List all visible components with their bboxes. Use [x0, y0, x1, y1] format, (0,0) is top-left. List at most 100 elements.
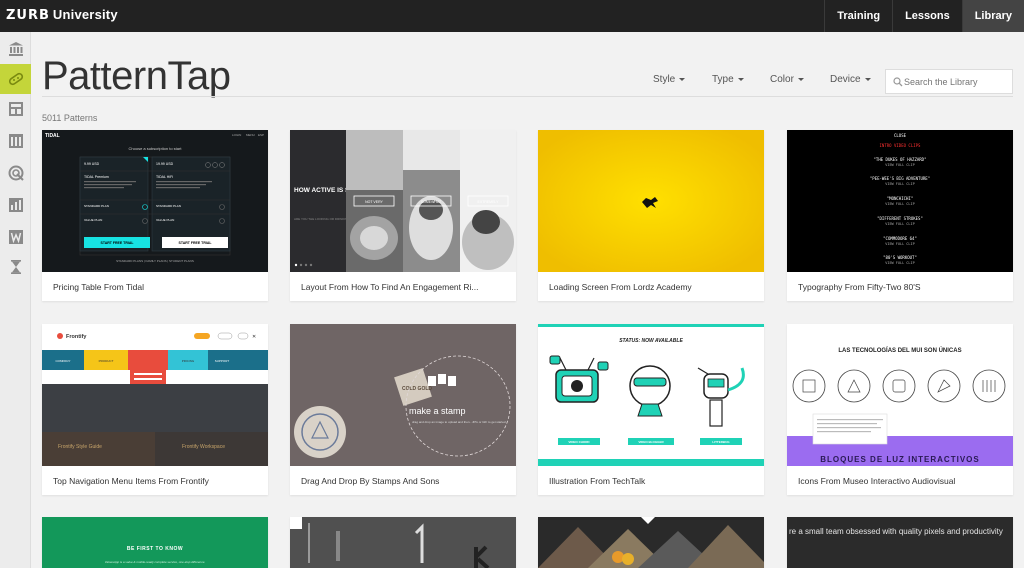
pattern-caption[interactable]: Pricing Table From Tidal — [53, 282, 263, 292]
pattern-caption[interactable]: Loading Screen From Lordz Academy — [549, 282, 759, 292]
svg-text:VIEW FULL CLIP: VIEW FULL CLIP — [885, 222, 915, 226]
pattern-card[interactable]: STATUS: NOW AVAILABLE VIDEO CHORD VIDEO — [538, 324, 764, 495]
svg-text:COMPANY: COMPANY — [56, 359, 71, 363]
svg-text:VALUE PLAN: VALUE PLAN — [156, 218, 174, 222]
pattern-card[interactable]: HOW ACTIVE IS SHE ON A TYPICAL DAY? ARE … — [290, 130, 516, 301]
column-icon[interactable] — [0, 126, 31, 156]
svg-text:✕: ✕ — [252, 334, 256, 340]
svg-text:LITTERBUG: LITTERBUG — [712, 440, 730, 444]
svg-text:PRICING: PRICING — [182, 359, 195, 363]
pattern-thumbnail[interactable]: CLOSE INTRO VIDEO CLIPS "THE DUKES OF HA… — [787, 130, 1013, 272]
divider — [42, 96, 1013, 97]
svg-text:START FREE TRIAL: START FREE TRIAL — [179, 241, 213, 245]
svg-text:STANDARD PLAN: STANDARD PLAN — [156, 204, 181, 208]
filter-device[interactable]: Device — [830, 74, 871, 85]
svg-text:ValuesApp is a value & mobile-: ValuesApp is a value & mobile-ready comp… — [105, 560, 206, 564]
svg-text:LOGIN: LOGIN — [232, 133, 241, 137]
svg-text:drag and drop an image to uplo: drag and drop an image to upload and the… — [412, 420, 506, 424]
pattern-caption[interactable]: Typography From Fifty-Two 80'S — [798, 282, 1008, 292]
svg-text:COLD GOLD: COLD GOLD — [402, 386, 432, 392]
brand-mark: ZURB — [6, 8, 50, 23]
svg-text:START FREE TRIAL: START FREE TRIAL — [101, 241, 135, 245]
svg-text:LAS TECNOLOGÍAS DEL MUI SON ÚN: LAS TECNOLOGÍAS DEL MUI SON ÚNICAS — [838, 346, 961, 354]
target-icon[interactable] — [0, 158, 31, 188]
svg-text:ESP: ESP — [258, 133, 264, 137]
nav-library[interactable]: Library — [961, 0, 1024, 32]
top-bar: ZURB University Training Lessons Library — [0, 0, 1024, 32]
svg-text:Frontify Style Guide: Frontify Style Guide — [58, 444, 102, 450]
pattern-thumbnail[interactable]: STATUS: NOW AVAILABLE VIDEO CHORD VIDEO — [538, 324, 764, 466]
pattern-thumbnail[interactable]: LAS TECNOLOGÍAS DEL MUI SON ÚNICAS BLOQU… — [787, 324, 1013, 466]
svg-text:VALUE PLAN: VALUE PLAN — [84, 218, 102, 222]
search-icon — [893, 77, 903, 87]
svg-text:"THE DUKES OF HAZZARD": "THE DUKES OF HAZZARD" — [874, 157, 927, 162]
pattern-icon[interactable] — [0, 64, 31, 94]
pattern-card[interactable] — [538, 517, 764, 568]
nav-lessons[interactable]: Lessons — [892, 0, 962, 32]
brand-logo[interactable]: ZURB University — [6, 7, 118, 23]
svg-text:EXTREMELY: EXTREMELY — [478, 200, 500, 204]
pattern-card[interactable]: Frontify ✕ COMPANY PRODUCT PRICING SUPPO… — [42, 324, 268, 495]
filter-color[interactable]: Color — [770, 74, 804, 85]
pattern-thumbnail[interactable] — [538, 130, 764, 272]
svg-text:STANDARD PLAN: STANDARD PLAN — [84, 204, 109, 208]
pattern-caption[interactable]: Top Navigation Menu Items From Frontify — [53, 476, 263, 486]
svg-text:TIDAL HiFi: TIDAL HiFi — [156, 175, 173, 179]
pattern-thumbnail[interactable] — [538, 517, 764, 568]
pattern-thumbnail[interactable]: Frontify ✕ COMPANY PRODUCT PRICING SUPPO… — [42, 324, 268, 466]
hourglass-icon[interactable] — [0, 252, 31, 282]
svg-text:re a small team obsessed with: re a small team obsessed with quality pi… — [789, 527, 1003, 536]
filter-color-label: Color — [770, 74, 794, 85]
pattern-thumbnail[interactable]: BE FIRST TO KNOW ValuesApp is a value & … — [42, 517, 268, 568]
pattern-caption[interactable]: Layout From How To Find An Engagement Ri… — [301, 282, 511, 292]
svg-text:make a stamp: make a stamp — [409, 406, 466, 416]
chart-icon[interactable] — [0, 190, 31, 220]
svg-text:MENU: MENU — [246, 133, 255, 137]
svg-text:VIEW FULL CLIP: VIEW FULL CLIP — [885, 261, 915, 265]
pattern-caption[interactable]: Illustration From TechTalk — [549, 476, 759, 486]
svg-text:19.99 USD: 19.99 USD — [156, 162, 174, 166]
filter-device-label: Device — [830, 74, 861, 85]
search-input[interactable] — [904, 70, 1010, 93]
pattern-thumbnail[interactable]: TIDAL LOGIN MENU ESP Choose a subscripti… — [42, 130, 268, 272]
svg-text:CLOSE: CLOSE — [894, 133, 907, 138]
layout-icon[interactable] — [0, 94, 31, 124]
svg-text:SUPPORT: SUPPORT — [215, 359, 230, 363]
svg-text:BE FIRST TO KNOW: BE FIRST TO KNOW — [127, 546, 183, 552]
svg-text:"DIFFERENT STROKES": "DIFFERENT STROKES" — [877, 216, 923, 221]
chevron-down-icon — [679, 77, 686, 81]
svg-text:VIEW FULL CLIP: VIEW FULL CLIP — [885, 163, 915, 167]
filter-style-label: Style — [653, 74, 676, 85]
pattern-card[interactable] — [290, 517, 516, 568]
svg-text:"COMMODORE 64": "COMMODORE 64" — [883, 236, 917, 241]
svg-text:VIEW FULL CLIP: VIEW FULL CLIP — [885, 202, 915, 206]
pattern-card[interactable]: LAS TECNOLOGÍAS DEL MUI SON ÚNICAS BLOQU… — [787, 324, 1013, 495]
pattern-card[interactable]: COLD GOLD make a stamp drag and drop an … — [290, 324, 516, 495]
pattern-thumbnail[interactable]: COLD GOLD make a stamp drag and drop an … — [290, 324, 516, 466]
svg-text:INTRO VIDEO CLIPS: INTRO VIDEO CLIPS — [880, 143, 922, 148]
pattern-caption[interactable]: Icons From Museo Interactivo Audiovisual — [798, 476, 1008, 486]
pattern-card[interactable]: TIDAL LOGIN MENU ESP Choose a subscripti… — [42, 130, 268, 301]
svg-text:STANDARD PLANS | FAMILY PLAN: STANDARD PLANS | FAMILY PLANS | STUDENT … — [116, 259, 194, 263]
filter-style[interactable]: Style — [653, 74, 686, 85]
pattern-card[interactable]: Loading Screen From Lordz Academy — [538, 130, 764, 301]
pattern-count: 5011 Patterns — [42, 113, 98, 123]
chevron-down-icon — [737, 77, 744, 81]
pattern-caption[interactable]: Drag And Drop By Stamps And Sons — [301, 476, 511, 486]
w-icon[interactable] — [0, 222, 31, 252]
svg-text:"MONCHICHI": "MONCHICHI" — [887, 196, 914, 201]
nav-training[interactable]: Training — [824, 0, 892, 32]
thumb-tidal-logo: TIDAL — [45, 133, 60, 139]
library-icon[interactable] — [0, 34, 31, 64]
svg-text:"80'S WORKOUT": "80'S WORKOUT" — [883, 255, 917, 260]
svg-text:PRODUCT: PRODUCT — [99, 359, 114, 363]
pattern-thumbnail[interactable] — [290, 517, 516, 568]
svg-text:STATUS: NOW AVAILABLE: STATUS: NOW AVAILABLE — [619, 338, 683, 344]
pattern-thumbnail[interactable]: HOW ACTIVE IS SHE ON A TYPICAL DAY? ARE … — [290, 130, 516, 272]
pattern-card[interactable]: CLOSE INTRO VIDEO CLIPS "THE DUKES OF HA… — [787, 130, 1013, 301]
pattern-thumbnail[interactable]: re a small team obsessed with quality pi… — [787, 517, 1013, 568]
filter-type[interactable]: Type — [712, 74, 744, 85]
svg-text:Frontify: Frontify — [66, 334, 87, 340]
pattern-card[interactable]: re a small team obsessed with quality pi… — [787, 517, 1013, 568]
pattern-card[interactable]: BE FIRST TO KNOW ValuesApp is a value & … — [42, 517, 268, 568]
